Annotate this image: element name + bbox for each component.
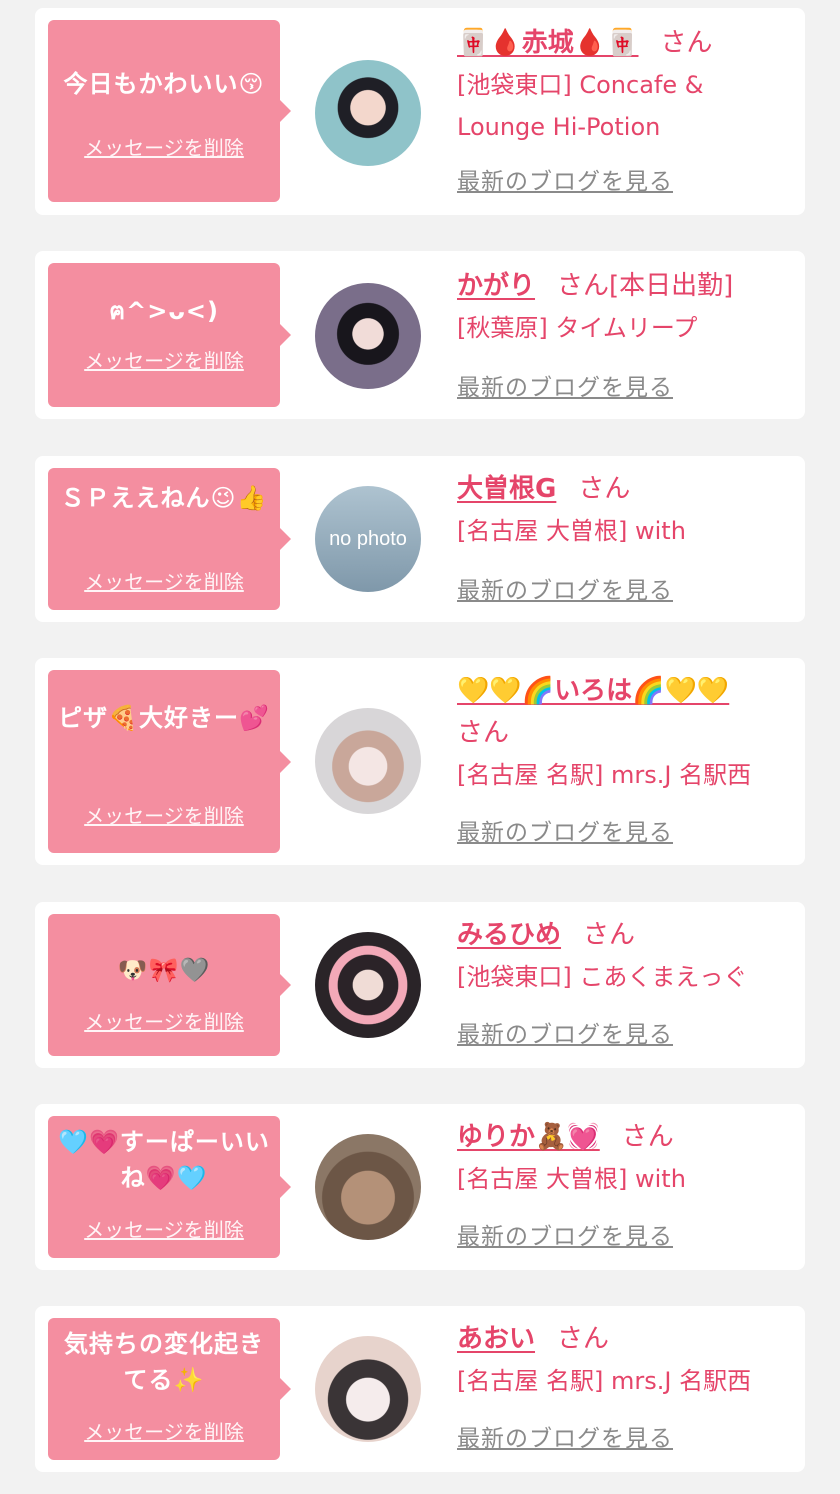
no-photo-label: no photo (329, 528, 407, 550)
latest-blog-link[interactable]: 最新のブログを見る (457, 576, 673, 606)
latest-blog-link[interactable]: 最新のブログを見る (457, 1222, 673, 1252)
cast-name-link[interactable]: 大曽根G (457, 474, 556, 504)
message-bubble: ฅ^>ᴗ<) メッセージを削除 (48, 263, 291, 407)
cast-name-link[interactable]: 💛💛🌈いろは🌈💛💛 (457, 676, 729, 706)
message-bubble: ＳＰええねん😉👍 メッセージを削除 (48, 468, 291, 610)
message-card: 気持ちの変化起きてる✨ メッセージを削除 あおい さん [名古屋 名駅] mrs.… (35, 1306, 805, 1472)
cast-info: 大曽根G さん [名古屋 大曽根] with (457, 468, 797, 552)
shop-line: [名古屋 大曽根] with (457, 517, 686, 545)
name-line: さん (457, 712, 797, 754)
avatar[interactable] (315, 283, 421, 389)
message-bubble: 🩵💗すーぱーいいね💗🩵 メッセージを削除 (48, 1116, 291, 1258)
message-bubble: 今日もかわいい😚 メッセージを削除 (48, 20, 291, 202)
latest-blog-link[interactable]: 最新のブログを見る (457, 1424, 673, 1454)
delete-message-link[interactable]: メッセージを削除 (48, 804, 280, 828)
honorific: さん (660, 28, 713, 58)
avatar[interactable] (315, 708, 421, 814)
cast-info: 🀄🩸赤城🩸🀄 さん [池袋東口] Concafe & Lounge Hi-Poti… (457, 22, 797, 148)
message-text: 今日もかわいい😚 (63, 70, 265, 98)
cast-name-link[interactable]: みるひめ (457, 920, 561, 950)
shop-line: [名古屋 大曽根] with (457, 1165, 686, 1193)
cast-info: みるひめ さん [池袋東口] こあくまえっぐ (457, 914, 797, 998)
delete-message-link[interactable]: メッセージを削除 (48, 349, 280, 373)
delete-message-link[interactable]: メッセージを削除 (48, 1010, 280, 1034)
cast-name-link[interactable]: あおい (457, 1324, 535, 1354)
message-text: ฅ^>ᴗ<) (109, 297, 219, 325)
shop-line: Lounge Hi-Potion (457, 113, 661, 141)
cast-name-link[interactable]: 🀄🩸赤城🩸🀄 (457, 28, 639, 58)
message-card: ピザ🍕大好きー💕 メッセージを削除 💛💛🌈いろは🌈💛💛 さん [名古屋 名駅] … (35, 658, 805, 865)
message-text: 🐶🎀🩶 (117, 956, 211, 984)
name-line: 💛💛🌈いろは🌈💛💛 (457, 670, 797, 712)
honorific: さん (457, 718, 510, 748)
honorific: さん (583, 920, 636, 950)
avatar[interactable] (315, 60, 421, 166)
cast-info: あおい さん [名古屋 名駅] mrs.J 名駅西 (457, 1318, 797, 1402)
avatar[interactable] (315, 1336, 421, 1442)
shop-line: [池袋東口] Concafe & (457, 71, 704, 99)
delete-message-link[interactable]: メッセージを削除 (48, 570, 280, 594)
name-line: 🀄🩸赤城🩸🀄 さん (457, 22, 797, 64)
latest-blog-link[interactable]: 最新のブログを見る (457, 373, 673, 403)
message-text: ピザ🍕大好きー💕 (58, 704, 270, 732)
cast-info: かがり さん[本日出勤] [秋葉原] タイムリープ (457, 265, 797, 349)
delete-message-link[interactable]: メッセージを削除 (48, 1218, 280, 1242)
message-card: 今日もかわいい😚 メッセージを削除 🀄🩸赤城🩸🀄 さん [池袋東口] Concaf… (35, 8, 805, 215)
avatar[interactable] (315, 932, 421, 1038)
message-text: 気持ちの変化起きてる✨ (64, 1330, 264, 1394)
latest-blog-link[interactable]: 最新のブログを見る (457, 818, 673, 848)
delete-message-link[interactable]: メッセージを削除 (48, 1420, 280, 1444)
message-card: 🐶🎀🩶 メッセージを削除 みるひめ さん [池袋東口] こあくまえっぐ 最新のブロ… (35, 902, 805, 1068)
cast-name-link[interactable]: かがり (457, 271, 535, 301)
name-line: みるひめ さん (457, 914, 797, 956)
latest-blog-link[interactable]: 最新のブログを見る (457, 167, 673, 197)
message-card: ＳＰええねん😉👍 メッセージを削除 no photo 大曽根G さん [名古屋 大… (35, 456, 805, 622)
honorific: さん (578, 474, 631, 504)
message-text: ＳＰええねん😉👍 (60, 484, 268, 512)
avatar[interactable]: no photo (315, 486, 421, 592)
name-line: あおい さん (457, 1318, 797, 1360)
shop-line: [池袋東口] こあくまえっぐ (457, 963, 748, 991)
name-line: かがり さん[本日出勤] (457, 265, 797, 307)
message-card: ฅ^>ᴗ<) メッセージを削除 かがり さん[本日出勤] [秋葉原] タイムリープ… (35, 251, 805, 419)
shop-line: [名古屋 名駅] mrs.J 名駅西 (457, 1367, 752, 1395)
message-card: 🩵💗すーぱーいいね💗🩵 メッセージを削除 ゆりか🧸💓 さん [名古屋 大曽根] w… (35, 1104, 805, 1270)
delete-message-link[interactable]: メッセージを削除 (48, 136, 280, 160)
cast-name-link[interactable]: ゆりか🧸💓 (457, 1122, 600, 1152)
latest-blog-link[interactable]: 最新のブログを見る (457, 1020, 673, 1050)
message-text: 🩵💗すーぱーいいね💗🩵 (58, 1128, 270, 1192)
shop-line: [秋葉原] タイムリープ (457, 314, 698, 342)
message-bubble: 🐶🎀🩶 メッセージを削除 (48, 914, 291, 1056)
honorific: さん[本日出勤] (557, 271, 734, 301)
cast-info: ゆりか🧸💓 さん [名古屋 大曽根] with (457, 1116, 797, 1200)
name-line: 大曽根G さん (457, 468, 797, 510)
name-line: ゆりか🧸💓 さん (457, 1116, 797, 1158)
shop-line: [名古屋 名駅] mrs.J 名駅西 (457, 761, 752, 789)
message-bubble: 気持ちの変化起きてる✨ メッセージを削除 (48, 1318, 291, 1460)
cast-info: 💛💛🌈いろは🌈💛💛 さん [名古屋 名駅] mrs.J 名駅西 (457, 670, 797, 796)
honorific: さん (557, 1324, 610, 1354)
message-bubble: ピザ🍕大好きー💕 メッセージを削除 (48, 670, 291, 853)
honorific: さん (621, 1122, 674, 1152)
avatar[interactable] (315, 1134, 421, 1240)
